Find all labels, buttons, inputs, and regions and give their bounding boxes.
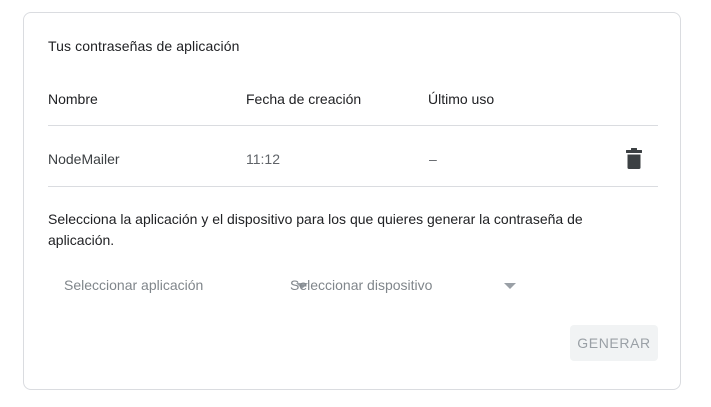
table-divider-bottom (48, 186, 658, 187)
trash-icon[interactable] (624, 148, 644, 170)
table-header: Nombre Fecha de creación Último uso (48, 91, 658, 111)
header-created: Fecha de creación (246, 91, 362, 107)
select-app-dropdown[interactable]: Seleccionar aplicación (64, 275, 308, 297)
instructions-text: Selecciona la aplicación y el dispositiv… (48, 211, 583, 248)
chevron-down-icon (504, 283, 516, 289)
select-app-label: Seleccionar aplicación (64, 277, 204, 293)
header-name: Nombre (48, 91, 98, 107)
generate-button[interactable]: GENERAR (570, 325, 658, 361)
app-passwords-card: Tus contraseñas de aplicación Nombre Fec… (23, 12, 681, 390)
select-device-dropdown[interactable]: Seleccionar dispositivo (290, 275, 516, 297)
table-row: NodeMailer 11:12 – (48, 126, 658, 186)
row-last-used: – (429, 151, 437, 167)
select-device-label: Seleccionar dispositivo (290, 277, 433, 293)
header-last-used: Último uso (428, 91, 495, 107)
row-name: NodeMailer (48, 151, 120, 167)
row-created: 11:12 (246, 151, 280, 167)
section-title: Tus contraseñas de aplicación (48, 38, 240, 54)
